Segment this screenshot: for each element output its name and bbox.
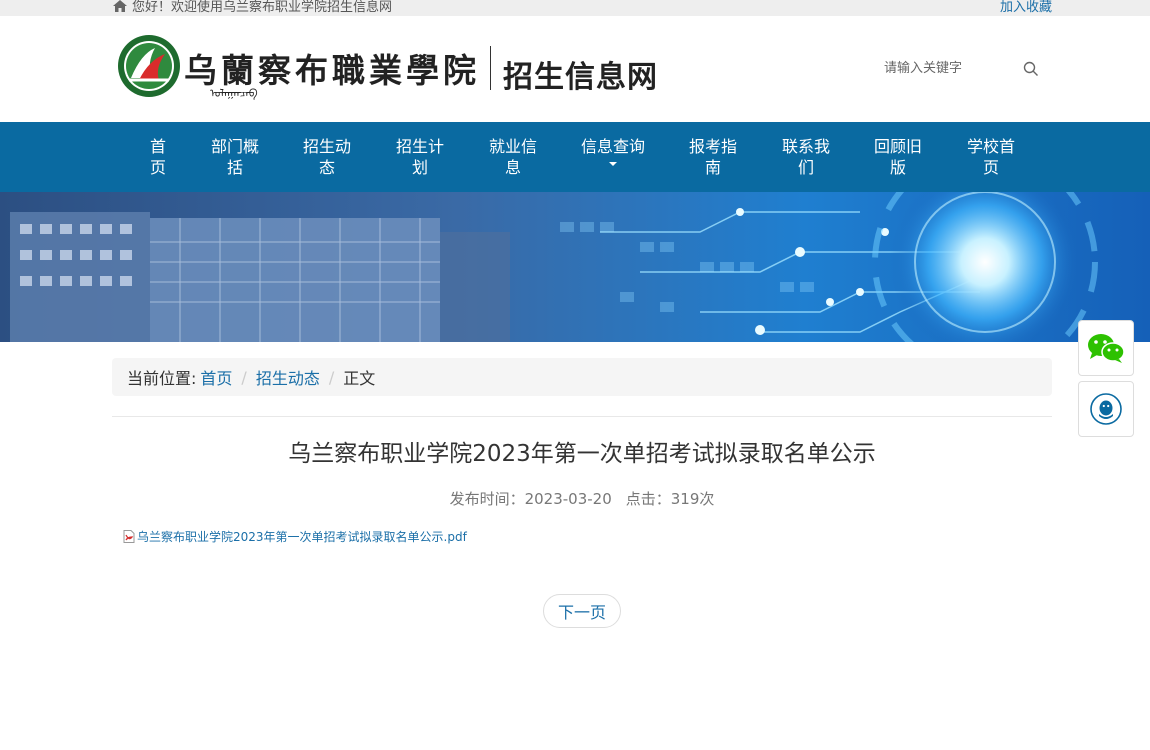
- article-title: 乌兰察布职业学院2023年第一次单招考试拟录取名单公示: [288, 441, 876, 467]
- breadcrumb: 当前位置: 首页 / 招生动态 / 正文: [112, 358, 1052, 396]
- wechat-float-button[interactable]: [1078, 320, 1134, 376]
- nav-label-line2: 态: [318, 158, 335, 177]
- qq-float-button[interactable]: [1078, 381, 1134, 437]
- welcome-text-group: 您好！欢迎使用乌兰察布职业学院招生信息网: [112, 0, 392, 15]
- nav-label-line2: 页: [149, 158, 166, 177]
- nav-label-line1: 学校首: [966, 137, 1015, 156]
- nav-label-line1: 联系我: [781, 137, 830, 156]
- breadcrumb-home-link[interactable]: 首页: [200, 365, 232, 389]
- attachment-filename: 乌兰察布职业学院2023年第一次单招考试拟录取名单公示.pdf: [137, 530, 467, 544]
- home-icon: [113, 0, 127, 12]
- divider: [112, 416, 1052, 417]
- nav-label-line2: 息: [504, 158, 521, 177]
- qq-icon: [1090, 393, 1122, 425]
- wechat-icon: [1088, 334, 1125, 363]
- site-header: 乌蘭察布職業學院 ᠤᠯᠠᠭᠠᠨᠴᠠᠪ 招生信息网: [0, 16, 1150, 122]
- welcome-text: 您好！欢迎使用乌兰察布职业学院招生信息网: [132, 0, 393, 15]
- nav-item-old-version[interactable]: 回顾旧 版: [872, 136, 924, 178]
- nav-label-line1: 部门概: [210, 137, 259, 156]
- nav-label-line1: 招生计: [395, 137, 444, 156]
- nav-label-line2: 划: [411, 158, 428, 177]
- nav-label-line1: 信息查询: [580, 137, 645, 156]
- nav-item-employment-info[interactable]: 就业信 息: [487, 136, 539, 178]
- nav-label-line1: 招生动: [302, 137, 351, 156]
- breadcrumb-separator: /: [241, 367, 247, 387]
- mongolian-script-line: ᠤᠯᠠᠭᠠᠨᠴᠠᠪ: [210, 87, 258, 100]
- add-favorite-link[interactable]: 加入收藏: [1000, 0, 1052, 15]
- nav-label-line1: 首: [149, 137, 166, 156]
- nav-item-exam-guide[interactable]: 报考指 南: [687, 136, 739, 178]
- school-emblem-logo: [118, 35, 180, 97]
- publish-date: 发布时间：2023-03-20: [449, 490, 612, 508]
- nav-item-info-query[interactable]: 信息查询: [578, 136, 648, 166]
- breadcrumb-prefix: 当前位置:: [127, 369, 197, 388]
- breadcrumb-separator: /: [328, 367, 335, 387]
- nav-label-line1: 回顾旧: [873, 137, 922, 156]
- main-nav: 首 页 部门概 括 招生动 态 招生计 划 就业信 息 信息查询 报考指 南 联…: [0, 122, 1150, 192]
- site-name: 招生信息网: [503, 60, 658, 95]
- nav-label-line2: 们: [797, 158, 814, 177]
- top-bar: 您好！欢迎使用乌兰察布职业学院招生信息网 加入收藏: [0, 0, 1150, 16]
- nav-item-admission-plan[interactable]: 招生计 划: [394, 136, 446, 178]
- nav-item-school-homepage[interactable]: 学校首 页: [965, 136, 1017, 178]
- nav-item-home[interactable]: 首 页: [149, 136, 167, 178]
- logo-divider: [490, 46, 491, 90]
- breadcrumb-current: 正文: [343, 369, 376, 388]
- nav-label-line2: 页: [982, 158, 999, 177]
- search-icon[interactable]: [1022, 60, 1040, 78]
- nav-label-line1: 就业信: [488, 137, 537, 156]
- header-banner: [0, 192, 1150, 342]
- click-count: 点击：319次: [625, 490, 715, 508]
- nav-item-admission-news[interactable]: 招生动 态: [301, 136, 353, 178]
- search-input[interactable]: [884, 56, 1014, 80]
- article-meta: 发布时间：2023-03-20 点击：319次: [112, 488, 1052, 509]
- pdf-icon: [123, 530, 135, 543]
- breadcrumb-section-link[interactable]: 招生动态: [256, 365, 320, 389]
- nav-label-line2: 括: [226, 158, 243, 177]
- nav-label-line1: 报考指: [688, 137, 737, 156]
- nav-label-line2: 版: [889, 158, 906, 177]
- chevron-down-icon: [609, 162, 617, 166]
- nav-label-line2: 南: [704, 158, 721, 177]
- nav-item-department-overview[interactable]: 部门概 括: [209, 136, 261, 178]
- next-page-button[interactable]: 下一页: [543, 594, 621, 628]
- nav-item-contact-us[interactable]: 联系我 们: [780, 136, 832, 178]
- banner-image: [0, 192, 1150, 342]
- attachment-link[interactable]: 乌兰察布职业学院2023年第一次单招考试拟录取名单公示.pdf: [123, 528, 467, 545]
